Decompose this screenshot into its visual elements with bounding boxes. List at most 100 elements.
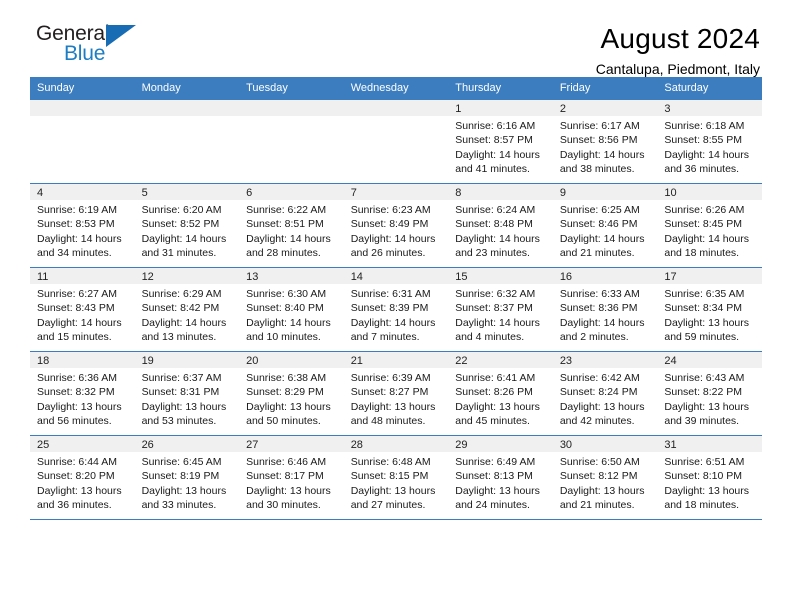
daylight-text-line1: Daylight: 13 hours — [559, 484, 645, 497]
day-cell-content[interactable]: 2 Sunrise: 6:17 AM Sunset: 8:56 PM Daylight… — [552, 100, 658, 183]
calendar-day-cell: 17 Sunrise: 6:35 AM Sunset: 8:34 PM Dayligh… — [657, 267, 762, 352]
sunset-text: Sunset: 8:26 PM — [455, 386, 533, 399]
day-cell-content[interactable]: 3 Sunrise: 6:18 AM Sunset: 8:55 PM Daylight… — [657, 100, 762, 183]
day-number-bar: 6 — [239, 184, 344, 200]
daylight-text-line1: Daylight: 13 hours — [350, 484, 436, 497]
title-block: August 2024 Cantalupa, Piedmont, Italy — [596, 22, 762, 79]
calendar-day-cell: 18 Sunrise: 6:36 AM Sunset: 8:32 PM Dayligh… — [30, 351, 135, 436]
sunrise-text: Sunrise: 6:41 AM — [455, 372, 536, 384]
daylight-text-line1: Daylight: 14 hours — [559, 232, 645, 245]
calendar-week-row: 25 Sunrise: 6:44 AM Sunset: 8:20 PM Dayligh… — [30, 435, 762, 519]
day-number-bar: 17 — [657, 268, 762, 284]
sunrise-text: Sunrise: 6:44 AM — [37, 456, 117, 468]
calendar-day-cell: 5 Sunrise: 6:20 AM Sunset: 8:52 PM Daylight… — [134, 183, 240, 268]
daylight-text-line1: Daylight: 13 hours — [664, 400, 750, 413]
day-cell-content[interactable]: 10 Sunrise: 6:26 AM Sunset: 8:45 PM Dayligh… — [657, 184, 762, 267]
day-number: 2 — [559, 103, 566, 115]
day-number: 26 — [141, 439, 154, 451]
daylight-text-line2: and 38 minutes. — [559, 163, 635, 176]
general-blue-logo[interactable]: General Blue — [30, 22, 150, 74]
day-cell-content[interactable]: 7 Sunrise: 6:23 AM Sunset: 8:49 PM Daylight… — [343, 184, 449, 267]
day-cell-content[interactable]: 13 Sunrise: 6:30 AM Sunset: 8:40 PM Dayligh… — [239, 268, 344, 351]
daylight-text-line1: Daylight: 14 hours — [37, 232, 122, 245]
day-cell-content[interactable]: 9 Sunrise: 6:25 AM Sunset: 8:46 PM Daylight… — [552, 184, 658, 267]
day-cell-content[interactable]: 18 Sunrise: 6:36 AM Sunset: 8:32 PM Dayligh… — [30, 352, 135, 435]
day-cell-content[interactable]: 8 Sunrise: 6:24 AM Sunset: 8:48 PM Daylight… — [448, 184, 553, 267]
day-number-bar: 25 — [30, 436, 135, 452]
day-cell-content[interactable]: 21 Sunrise: 6:39 AM Sunset: 8:27 PM Dayligh… — [343, 352, 449, 435]
day-sun-info: Sunrise: 6:41 AM Sunset: 8:26 PM Daylight:… — [448, 368, 553, 429]
calendar-day-cell: 14 Sunrise: 6:31 AM Sunset: 8:39 PM Dayligh… — [343, 267, 449, 352]
day-cell-content[interactable]: 27 Sunrise: 6:46 AM Sunset: 8:17 PM Dayligh… — [239, 436, 344, 519]
day-number-bar: 12 — [134, 268, 240, 284]
day-cell-content[interactable]: 23 Sunrise: 6:42 AM Sunset: 8:24 PM Dayligh… — [552, 352, 658, 435]
day-sun-info: Sunrise: 6:31 AM Sunset: 8:39 PM Daylight:… — [344, 284, 449, 345]
day-cell-content[interactable]: 29 Sunrise: 6:49 AM Sunset: 8:13 PM Dayligh… — [448, 436, 553, 519]
location-subtitle: Cantalupa, Piedmont, Italy — [595, 61, 760, 77]
calendar-day-cell: 25 Sunrise: 6:44 AM Sunset: 8:20 PM Dayligh… — [30, 435, 135, 519]
calendar-day-cell: 26 Sunrise: 6:45 AM Sunset: 8:19 PM Dayligh… — [134, 435, 240, 519]
day-cell-content[interactable]: 12 Sunrise: 6:29 AM Sunset: 8:42 PM Dayligh… — [134, 268, 240, 351]
sunrise-text: Sunrise: 6:48 AM — [350, 456, 431, 468]
calendar-day-cell: 23 Sunrise: 6:42 AM Sunset: 8:24 PM Dayligh… — [552, 351, 658, 436]
day-cell-content[interactable]: 28 Sunrise: 6:48 AM Sunset: 8:15 PM Dayligh… — [343, 436, 449, 519]
day-number-bar — [134, 100, 240, 116]
sunrise-text: Sunrise: 6:29 AM — [141, 288, 222, 300]
day-number: 3 — [664, 103, 671, 115]
sunrise-text: Sunrise: 6:35 AM — [664, 288, 745, 300]
day-sun-info: Sunrise: 6:49 AM Sunset: 8:13 PM Daylight:… — [448, 452, 553, 513]
sunrise-text: Sunrise: 6:25 AM — [559, 204, 640, 216]
day-cell-content[interactable]: 15 Sunrise: 6:32 AM Sunset: 8:37 PM Dayligh… — [448, 268, 553, 351]
day-cell-content[interactable]: 17 Sunrise: 6:35 AM Sunset: 8:34 PM Dayligh… — [657, 268, 762, 351]
sunset-text: Sunset: 8:43 PM — [37, 302, 115, 315]
daylight-text-line1: Daylight: 13 hours — [141, 484, 227, 497]
sunrise-text: Sunrise: 6:17 AM — [559, 120, 640, 132]
day-number: 30 — [559, 439, 573, 451]
day-number: 5 — [141, 187, 148, 199]
daylight-text-line1: Daylight: 14 hours — [559, 148, 645, 161]
daylight-text-line2: and 26 minutes. — [350, 247, 426, 260]
logo-triangle-icon — [106, 25, 136, 47]
day-cell-content[interactable]: 4 Sunrise: 6:19 AM Sunset: 8:53 PM Daylight… — [30, 184, 135, 267]
day-number-bar: 2 — [552, 100, 658, 116]
weekday-header-monday: Monday — [134, 77, 240, 100]
sunset-text: Sunset: 8:40 PM — [246, 302, 324, 315]
daylight-text-line2: and 34 minutes. — [37, 247, 112, 260]
day-cell-content[interactable]: 1 Sunrise: 6:16 AM Sunset: 8:57 PM Daylight… — [448, 100, 553, 183]
day-number-bar: 16 — [552, 268, 658, 284]
calendar-day-cell: 8 Sunrise: 6:24 AM Sunset: 8:48 PM Daylight… — [448, 183, 553, 268]
sunrise-text: Sunrise: 6:50 AM — [559, 456, 640, 468]
calendar-day-cell: 3 Sunrise: 6:18 AM Sunset: 8:55 PM Daylight… — [657, 100, 762, 184]
calendar-day-cell: 15 Sunrise: 6:32 AM Sunset: 8:37 PM Dayligh… — [448, 267, 553, 352]
day-number: 23 — [559, 355, 573, 367]
day-cell-content[interactable]: 22 Sunrise: 6:41 AM Sunset: 8:26 PM Dayligh… — [448, 352, 553, 435]
day-sun-info: Sunrise: 6:23 AM Sunset: 8:49 PM Daylight:… — [344, 200, 449, 261]
day-cell-content[interactable]: 16 Sunrise: 6:33 AM Sunset: 8:36 PM Dayligh… — [552, 268, 658, 351]
sunset-text: Sunset: 8:20 PM — [37, 470, 115, 483]
sunset-text: Sunset: 8:53 PM — [37, 218, 115, 231]
day-cell-content[interactable]: 11 Sunrise: 6:27 AM Sunset: 8:43 PM Dayligh… — [30, 268, 135, 351]
day-cell-content[interactable]: 19 Sunrise: 6:37 AM Sunset: 8:31 PM Dayligh… — [134, 352, 240, 435]
day-number: 22 — [455, 355, 468, 367]
day-cell-content[interactable]: 6 Sunrise: 6:22 AM Sunset: 8:51 PM Daylight… — [239, 184, 344, 267]
day-number: 29 — [455, 439, 468, 451]
sunset-text: Sunset: 8:39 PM — [350, 302, 429, 315]
day-cell-content[interactable]: 30 Sunrise: 6:50 AM Sunset: 8:12 PM Dayligh… — [552, 436, 658, 519]
sunset-text: Sunset: 8:22 PM — [664, 386, 743, 399]
day-cell-content[interactable]: 26 Sunrise: 6:45 AM Sunset: 8:19 PM Dayligh… — [134, 436, 240, 519]
day-cell-content[interactable]: 5 Sunrise: 6:20 AM Sunset: 8:52 PM Daylight… — [134, 184, 240, 267]
day-number-bar: 7 — [343, 184, 449, 200]
sunrise-text: Sunrise: 6:26 AM — [664, 204, 745, 216]
sunrise-text: Sunrise: 6:46 AM — [246, 456, 327, 468]
day-cell-content[interactable]: 20 Sunrise: 6:38 AM Sunset: 8:29 PM Dayligh… — [239, 352, 344, 435]
daylight-text-line1: Daylight: 13 hours — [664, 316, 750, 329]
sunset-text: Sunset: 8:29 PM — [246, 386, 324, 399]
day-cell-content[interactable]: 31 Sunrise: 6:51 AM Sunset: 8:10 PM Dayligh… — [657, 436, 762, 519]
daylight-text-line2: and 28 minutes. — [246, 247, 321, 260]
day-cell-content[interactable]: 24 Sunrise: 6:43 AM Sunset: 8:22 PM Dayligh… — [657, 352, 762, 435]
day-sun-info: Sunrise: 6:44 AM Sunset: 8:20 PM Daylight:… — [30, 452, 135, 513]
day-cell-content[interactable]: 25 Sunrise: 6:44 AM Sunset: 8:20 PM Dayligh… — [30, 436, 135, 519]
day-number: 12 — [141, 271, 154, 283]
day-cell-content[interactable]: 14 Sunrise: 6:31 AM Sunset: 8:39 PM Dayligh… — [343, 268, 449, 351]
daylight-text-line2: and 36 minutes. — [664, 163, 740, 176]
